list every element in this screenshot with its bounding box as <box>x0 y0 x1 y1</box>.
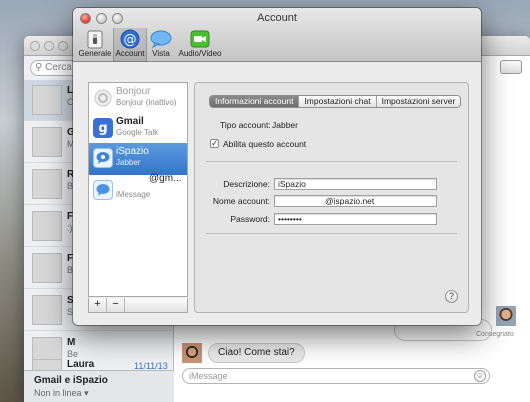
account-type: Google Talk <box>116 128 159 137</box>
tab-impostazioni-server[interactable]: Impostazioni server <box>376 96 461 107</box>
account-name: Gmail <box>116 116 144 127</box>
video-camera-icon <box>189 29 211 49</box>
account-settings-panel: Informazioni account Impostazioni chat I… <box>194 82 469 313</box>
message-placeholder: iMessage <box>189 371 228 381</box>
account-name: @gm... <box>149 173 182 184</box>
preferences-content: Bonjour Bonjour (inattivo) g Gmail Googl… <box>73 62 481 325</box>
avatar <box>32 253 62 283</box>
avatar <box>32 169 62 199</box>
avatar <box>32 85 62 115</box>
status-dropdown[interactable]: Non in linea ▾ <box>34 388 89 399</box>
messages-window-controls <box>30 41 68 51</box>
toolbar-generale[interactable]: Generale <box>77 28 113 62</box>
preferences-toolbar: Account Generale @ Account Vista Audio/V… <box>73 8 481 62</box>
account-item-bonjour[interactable]: Bonjour Bonjour (inattivo) <box>89 83 187 115</box>
accounts-list-bar: + − <box>88 298 188 313</box>
avatar <box>32 127 62 157</box>
switch-icon <box>84 29 106 49</box>
chat-details-button[interactable] <box>500 60 522 74</box>
bonjour-icon <box>93 88 113 108</box>
settings-tabs: Informazioni account Impostazioni chat I… <box>209 95 462 108</box>
remove-account-button[interactable]: − <box>107 298 125 312</box>
messages-minimize-button[interactable] <box>44 41 54 51</box>
enable-account-checkbox[interactable]: ✓ <box>210 139 219 148</box>
account-type-label: Tipo account: <box>220 120 271 130</box>
account-item-ispazio[interactable]: iSpazio Jabber <box>89 143 187 175</box>
toolbar-account[interactable]: @ Account <box>113 28 147 62</box>
toolbar-label: Account <box>115 49 145 58</box>
toolbar-label: Vista <box>152 49 170 58</box>
avatar <box>32 295 62 325</box>
messages-close-button[interactable] <box>30 41 40 51</box>
status-accounts: Gmail e iSpazio <box>34 375 108 386</box>
avatar <box>182 343 202 363</box>
divider <box>206 233 457 234</box>
toolbar-label: Generale <box>78 49 112 58</box>
toolbar-vista[interactable]: Vista <box>148 28 174 62</box>
avatar <box>496 306 516 326</box>
incoming-message-bubble: Ciao! Come stai? <box>208 343 305 363</box>
account-type: Jabber <box>116 158 141 167</box>
status-bar: Gmail e iSpazio Non in linea ▾ <box>24 370 174 402</box>
speech-bubble-icon <box>150 29 172 49</box>
password-label: Password: <box>230 214 270 224</box>
description-field[interactable]: iSpazio <box>274 178 437 190</box>
contact-name: Laura <box>67 359 95 370</box>
tab-impostazioni-chat[interactable]: Impostazioni chat <box>299 96 377 107</box>
divider <box>206 161 457 162</box>
account-name: Bonjour <box>116 86 151 97</box>
jabber-icon <box>93 148 113 168</box>
account-name-field[interactable]: @ispazio.net <box>274 195 437 207</box>
google-icon: g <box>93 118 113 138</box>
svg-text:@: @ <box>124 33 137 48</box>
tab-informazioni-account[interactable]: Informazioni account <box>210 96 300 107</box>
password-field[interactable]: •••••••• <box>274 213 437 225</box>
account-type-value: Jabber <box>272 120 298 130</box>
account-name: iSpazio <box>116 146 149 157</box>
toolbar-audio-video[interactable]: Audio/Video <box>177 28 223 62</box>
account-item-imessage[interactable]: @gm... iMessage <box>89 173 187 207</box>
help-button[interactable]: ? <box>445 290 458 303</box>
emoji-icon[interactable]: ☺ <box>474 370 486 382</box>
description-label: Descrizione: <box>223 179 270 189</box>
search-placeholder: Cerca <box>45 62 72 73</box>
enable-account-label: Abilita questo account <box>223 139 307 149</box>
at-icon: @ <box>119 29 141 49</box>
account-type: Bonjour (inattivo) <box>116 98 177 107</box>
toolbar-label: Audio/Video <box>178 49 222 58</box>
search-icon: ⚲ <box>35 62 43 73</box>
contact-preview: :) <box>67 223 73 233</box>
add-account-button[interactable]: + <box>89 298 107 312</box>
delivered-label: Consegnato <box>476 331 514 338</box>
account-type: iMessage <box>116 190 151 199</box>
messages-zoom-button[interactable] <box>58 41 68 51</box>
message-input[interactable]: iMessage ☺ <box>182 368 490 384</box>
account-preferences-window: Account Generale @ Account Vista Audio/V… <box>73 8 481 325</box>
accounts-list: Bonjour Bonjour (inattivo) g Gmail Googl… <box>88 82 188 297</box>
window-title: Account <box>257 12 297 24</box>
account-name-label: Nome account: <box>212 196 270 206</box>
avatar <box>32 211 62 241</box>
contact-name: M <box>67 337 76 348</box>
account-item-gmail[interactable]: g Gmail Google Talk <box>89 113 187 145</box>
imessage-icon <box>93 180 113 200</box>
